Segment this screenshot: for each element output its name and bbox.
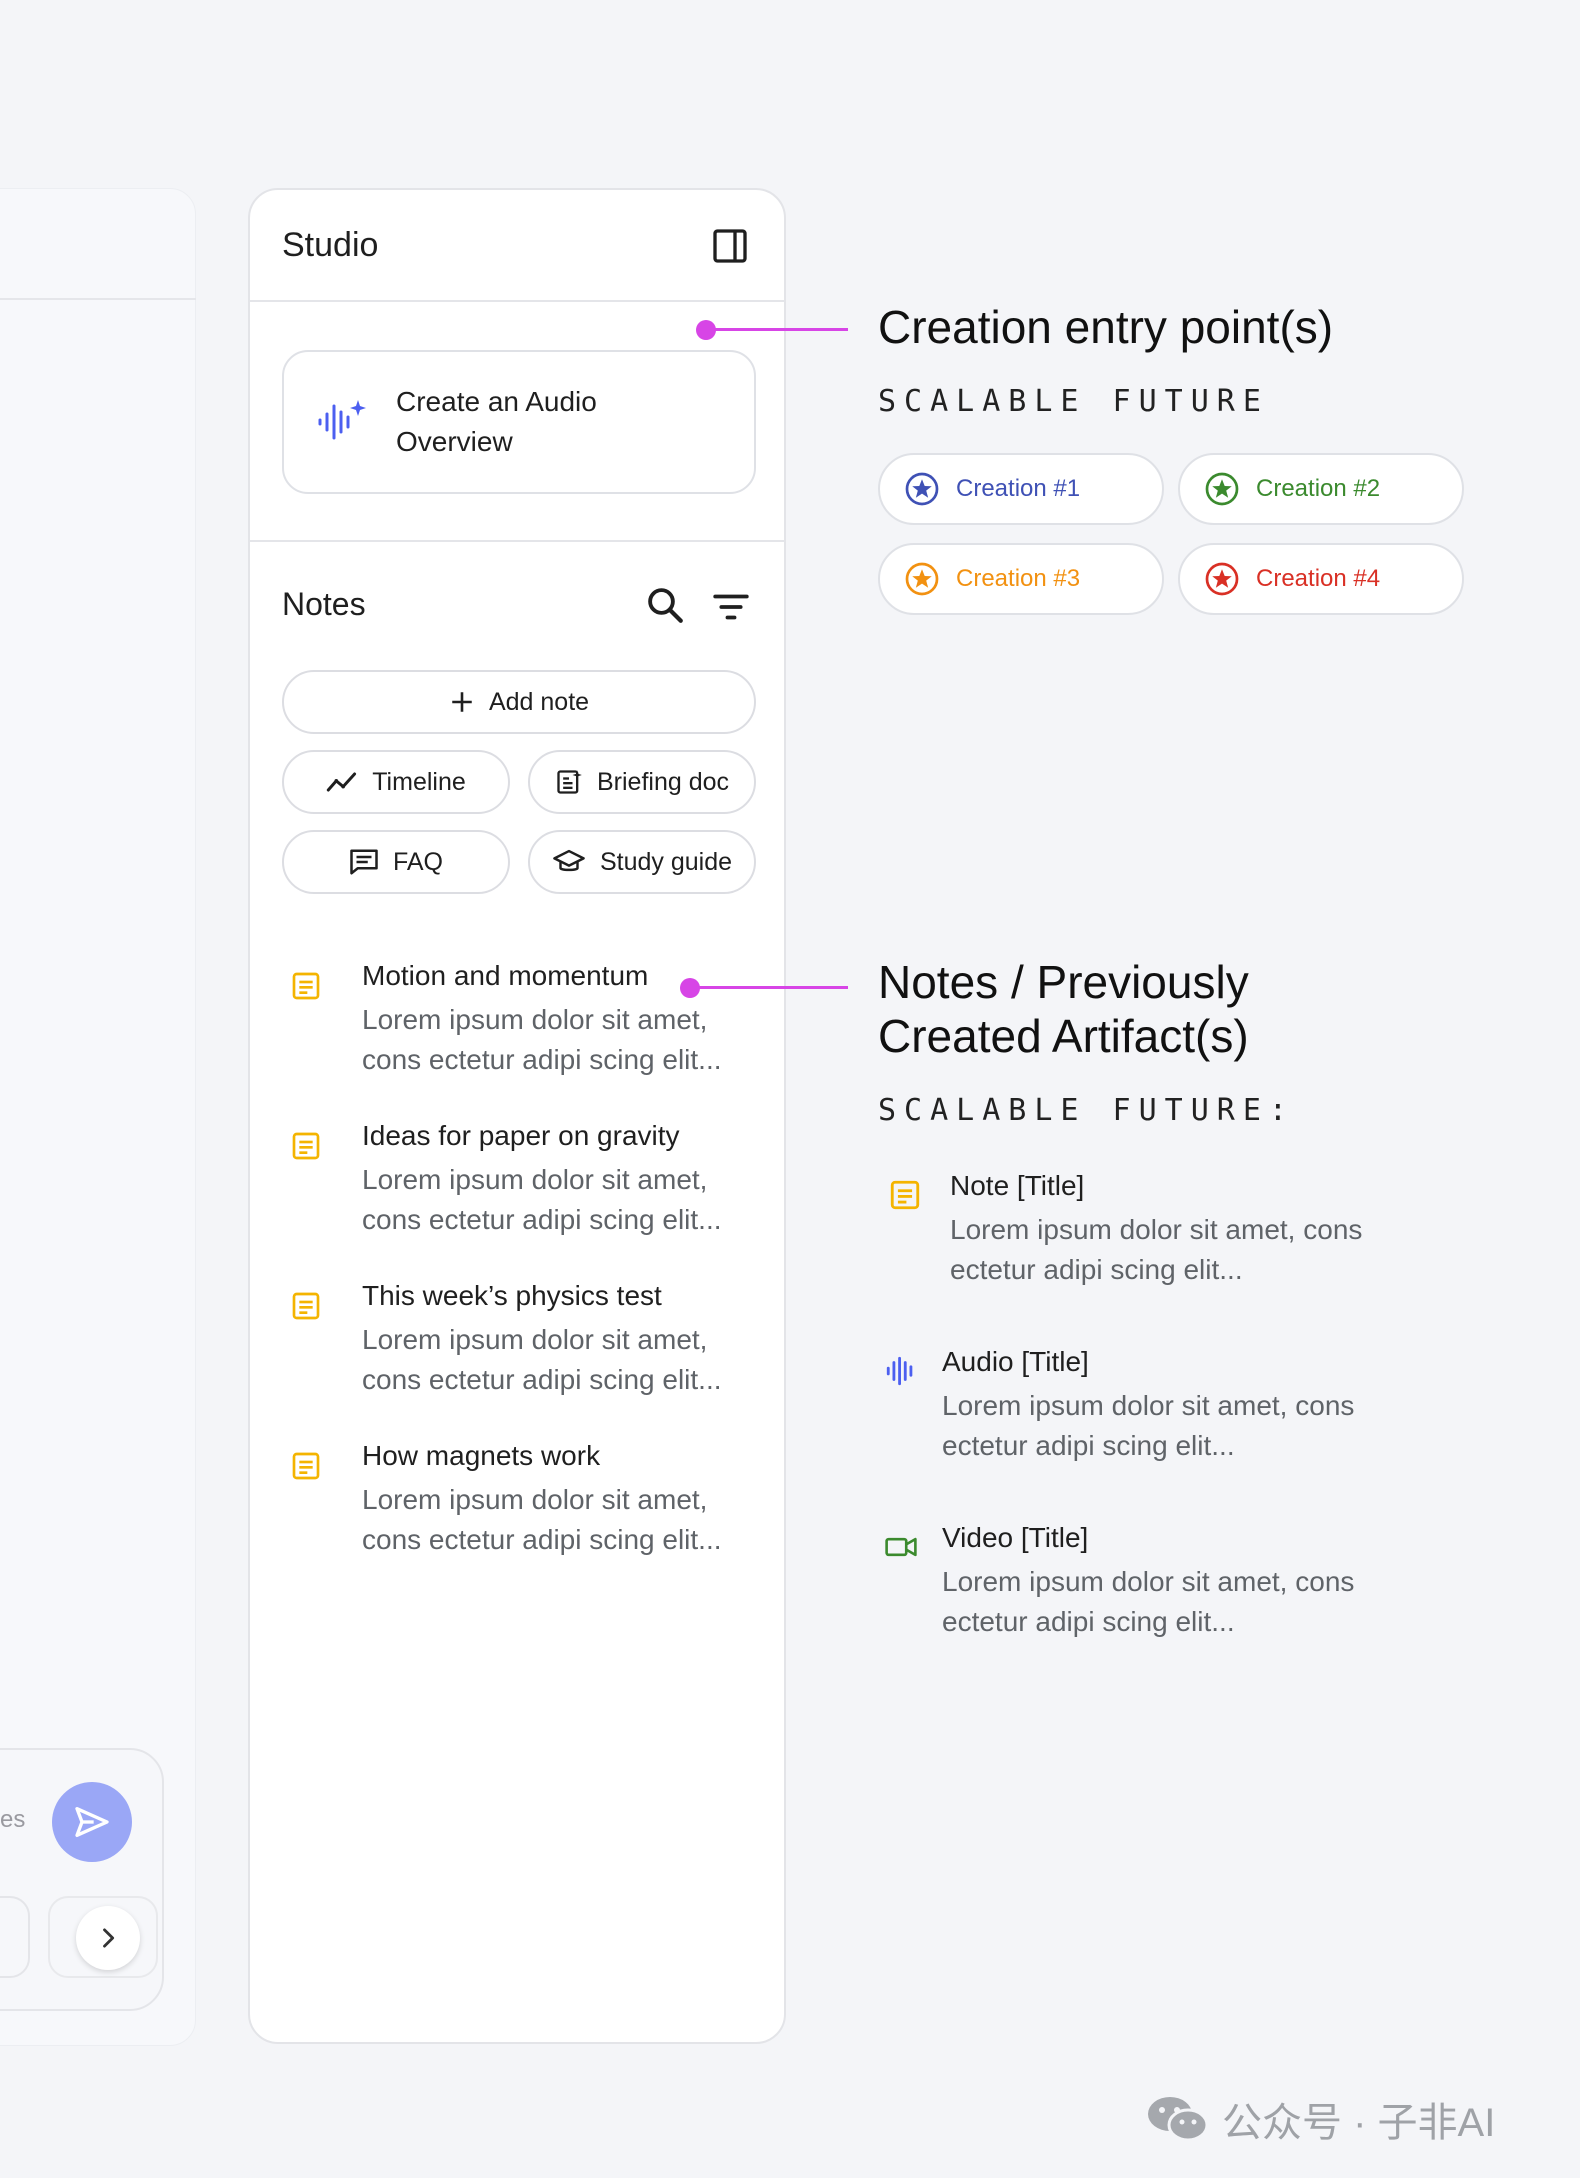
creation-annotation-title: Creation entry point(s): [878, 301, 1334, 353]
briefing-doc-button[interactable]: Briefing doc: [528, 750, 756, 814]
creation-annotation-subtitle: SCALABLE FUTURE: [878, 384, 1269, 419]
creation-4-pill[interactable]: Creation #4: [1178, 543, 1464, 615]
audio-icon: [886, 1356, 913, 1386]
note-icon: [292, 1292, 320, 1320]
composer-hint-text: es: [0, 1806, 26, 1833]
studio-title: Studio: [282, 226, 379, 264]
notes-title: Notes: [282, 586, 366, 622]
timeline-icon: [327, 772, 357, 792]
creation-3-pill[interactable]: Creation #3: [878, 543, 1164, 615]
timeline-button[interactable]: Timeline: [282, 750, 510, 814]
briefing-doc-label: Briefing doc: [596, 767, 730, 796]
wechat-icon: [1148, 2097, 1209, 2142]
creation-1-pill[interactable]: Creation #1: [878, 453, 1164, 525]
note-icon: [292, 972, 320, 1000]
study-guide-label: Study guide: [599, 847, 733, 876]
faq-label: FAQ: [392, 847, 443, 876]
graduation-cap-icon: [553, 849, 585, 872]
note-icon: [890, 1180, 920, 1210]
note-icon: [292, 1132, 320, 1160]
send-icon: [75, 1807, 109, 1837]
star-circle-icon: [905, 562, 939, 596]
note-preview: Lorem ipsum dolor sit amet, cons ectetur…: [362, 1164, 722, 1235]
create-audio-overview-button[interactable]: Create an Audio Overview: [282, 350, 756, 494]
notes-annotation-title-line2: Created Artifact(s): [878, 1010, 1249, 1062]
creation-2-label: Creation #2: [1256, 475, 1381, 502]
faq-icon: [350, 849, 378, 875]
future-note-preview: Lorem ipsum dolor sit amet, cons ectetur…: [950, 1214, 1363, 1285]
future-audio-title: Audio [Title]: [942, 1346, 1089, 1377]
chat-panel-divider: [0, 298, 196, 300]
future-video-title: Video [Title]: [942, 1522, 1089, 1553]
add-note-label: Add note: [488, 687, 590, 716]
search-icon[interactable]: [644, 584, 686, 626]
star-circle-icon: [1205, 472, 1239, 506]
connector-line-creation: [706, 328, 848, 331]
header-divider: [250, 300, 784, 302]
send-button[interactable]: [52, 1782, 132, 1862]
audio-sparkle-icon: [318, 400, 366, 440]
video-icon: [885, 1537, 917, 1557]
section-divider: [250, 540, 784, 542]
collapse-panel-icon[interactable]: [710, 226, 750, 266]
study-guide-button[interactable]: Study guide: [528, 830, 756, 894]
suggestion-chip[interactable]: [0, 1896, 30, 1978]
creation-4-label: Creation #4: [1256, 565, 1381, 592]
chevron-right-icon: [103, 1928, 115, 1948]
note-title: This week’s physics test: [362, 1280, 662, 1311]
add-note-button[interactable]: Add note: [282, 670, 756, 734]
filter-icon[interactable]: [710, 586, 752, 628]
create-audio-overview-label: Create an Audio Overview: [396, 386, 597, 457]
future-audio-preview: Lorem ipsum dolor sit amet, cons ectetur…: [942, 1390, 1355, 1461]
star-circle-icon: [1205, 562, 1239, 596]
plus-icon: [452, 692, 472, 712]
star-circle-icon: [905, 472, 939, 506]
future-note-title: Note [Title]: [950, 1170, 1085, 1201]
timeline-label: Timeline: [372, 767, 466, 796]
watermark: 公众号 · 子非AI: [1146, 2090, 1495, 2148]
note-title: Motion and momentum: [362, 960, 649, 991]
note-title: Ideas for paper on gravity: [362, 1120, 680, 1151]
note-preview: Lorem ipsum dolor sit amet, cons ectetur…: [362, 1484, 722, 1555]
note-preview: Lorem ipsum dolor sit amet, cons ectetur…: [362, 1004, 722, 1075]
scroll-right-button[interactable]: [76, 1906, 140, 1970]
note-title: How magnets work: [362, 1440, 601, 1471]
faq-button[interactable]: FAQ: [282, 830, 510, 894]
note-icon: [292, 1452, 320, 1480]
note-preview: Lorem ipsum dolor sit amet, cons ectetur…: [362, 1324, 722, 1395]
future-video-preview: Lorem ipsum dolor sit amet, cons ectetur…: [942, 1566, 1355, 1637]
connector-line-notes: [690, 986, 848, 989]
watermark-text: 公众号 · 子非AI: [1222, 2101, 1496, 2145]
studio-panel: Studio Create an Audio Overview Notes Ad…: [248, 188, 786, 2044]
creation-3-label: Creation #3: [956, 565, 1081, 592]
briefing-doc-icon: [557, 770, 582, 794]
notes-annotation-title-line1: Notes / Previously: [878, 956, 1249, 1008]
notes-annotation-subtitle: SCALABLE FUTURE:: [878, 1093, 1295, 1128]
creation-2-pill[interactable]: Creation #2: [1178, 453, 1464, 525]
creation-1-label: Creation #1: [956, 475, 1081, 502]
